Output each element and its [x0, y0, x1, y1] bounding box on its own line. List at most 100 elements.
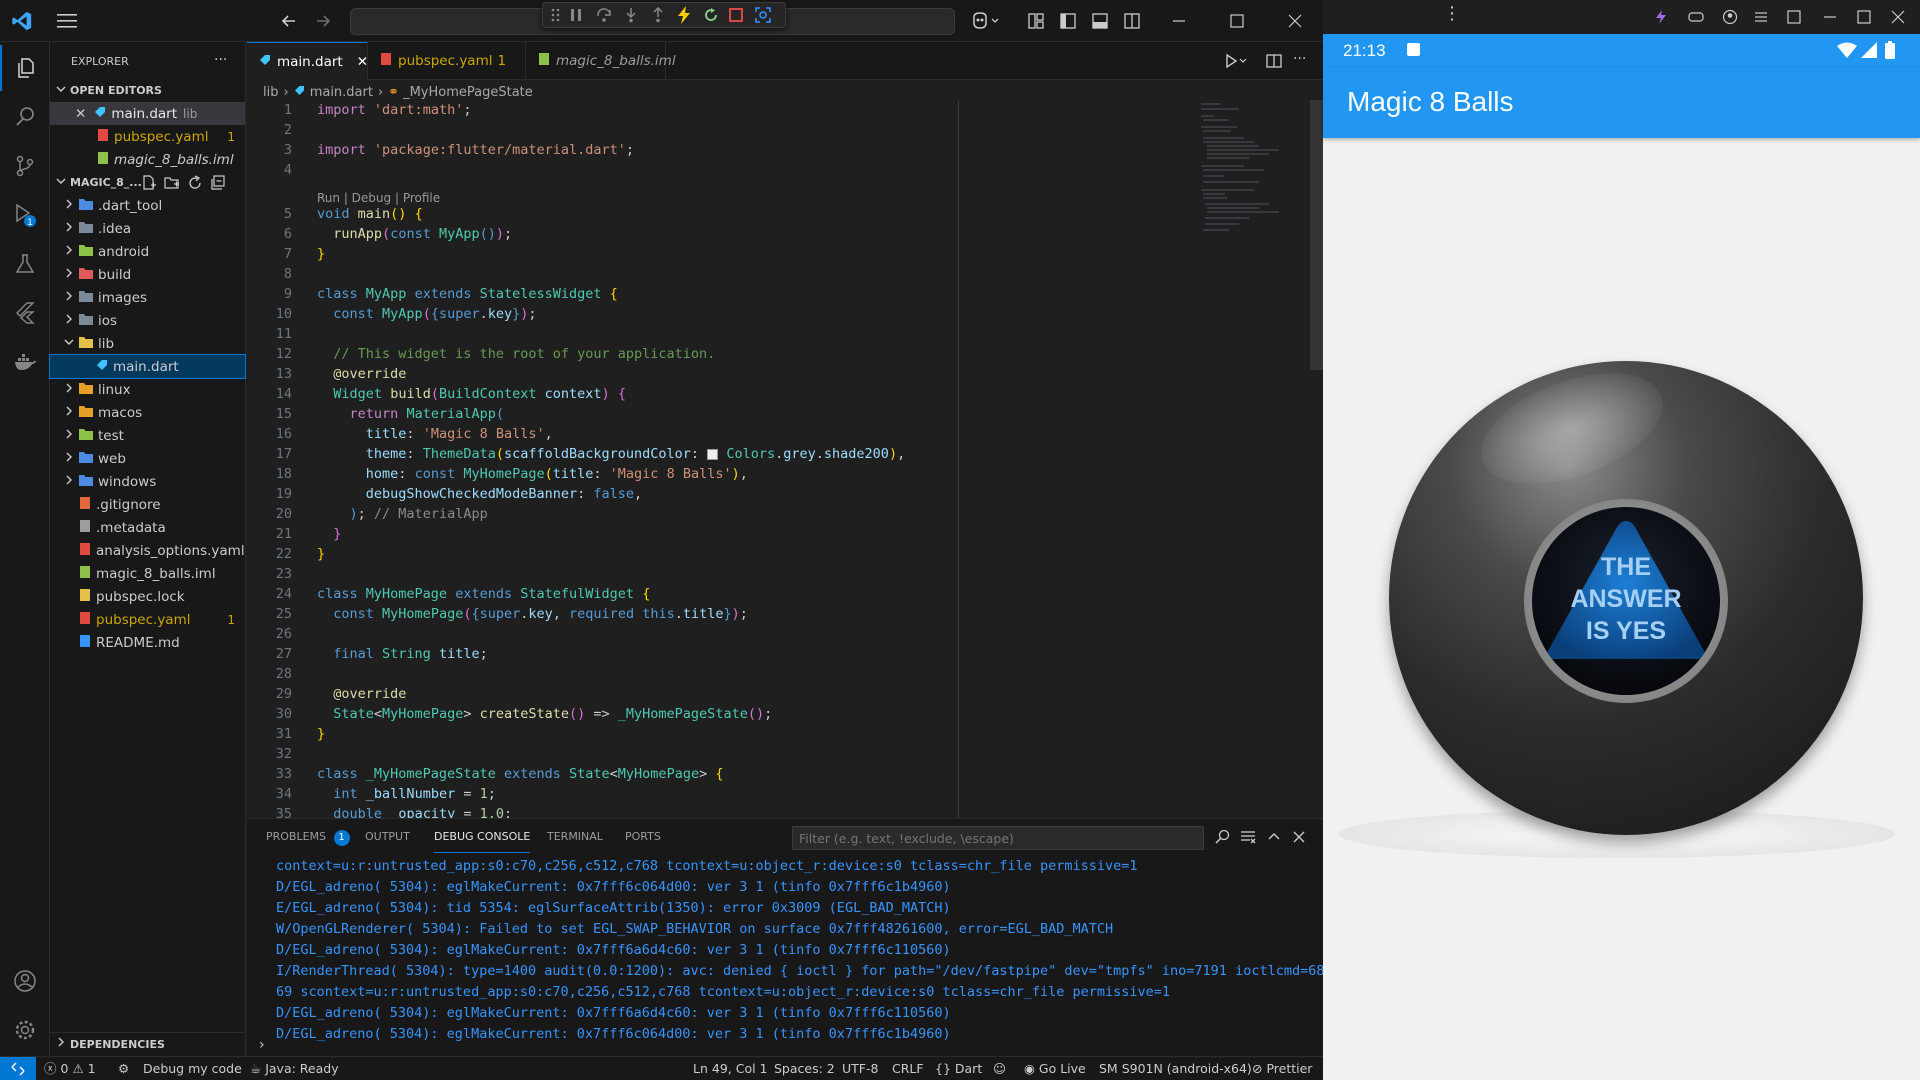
flutter-icon[interactable]	[0, 290, 50, 336]
file-tree-item[interactable]: web	[50, 447, 245, 470]
file-tree-item[interactable]: .metadata	[50, 516, 245, 539]
prettier-status[interactable]: ⊘ Prettier	[1252, 1057, 1312, 1080]
source-control-icon[interactable]	[0, 143, 50, 189]
tab-magic-8-balls-iml[interactable]: magic_8_balls.iml	[526, 42, 676, 80]
breadcrumb-item[interactable]: lib	[263, 85, 278, 100]
back-arrow-icon[interactable]	[280, 12, 298, 30]
problems-status[interactable]: ⓧ 0 ⚠ 1	[44, 1057, 96, 1080]
tab-main-dart[interactable]: main.dart ✕	[247, 42, 368, 80]
file-tree-item[interactable]: .gitignore	[50, 493, 245, 516]
close-window-icon[interactable]	[1891, 10, 1905, 24]
copilot-icon[interactable]	[970, 11, 1000, 31]
run-icon[interactable]	[1225, 54, 1247, 68]
file-tree-item[interactable]: README.md	[50, 631, 245, 654]
menu-icon[interactable]	[1754, 10, 1768, 24]
minimize-icon[interactable]	[1172, 14, 1186, 28]
console-prompt-icon[interactable]: ›	[259, 1037, 265, 1053]
toggle-secondary-sidebar-icon[interactable]	[1124, 13, 1140, 29]
account-icon[interactable]	[0, 958, 50, 1004]
search-icon[interactable]	[1214, 829, 1230, 845]
tab-pubspec-yaml[interactable]: pubspec.yaml 1	[368, 42, 526, 80]
file-tree-item[interactable]: test	[50, 424, 245, 447]
step-into-icon[interactable]	[623, 7, 639, 23]
more-actions-icon[interactable]: ···	[214, 52, 227, 68]
settings-gear-icon[interactable]	[0, 1007, 50, 1053]
breadcrumb-item[interactable]: main.dart	[310, 85, 373, 100]
file-tree-item[interactable]: android	[50, 240, 245, 263]
go-live-button[interactable]: ◉ Go Live	[1024, 1057, 1086, 1080]
debug-mode-status[interactable]: Debug my code	[143, 1057, 242, 1080]
java-status[interactable]: ☕ Java: Ready	[250, 1057, 339, 1080]
minimize-icon[interactable]	[1823, 10, 1837, 24]
breadcrumb-item[interactable]: _MyHomePageState	[403, 85, 533, 100]
open-editor-item[interactable]: ✕ main.dart lib	[50, 102, 245, 125]
file-tree-item[interactable]: magic_8_balls.iml	[50, 562, 245, 585]
step-over-icon[interactable]	[596, 7, 612, 23]
close-panel-icon[interactable]	[1291, 829, 1307, 845]
eol-status[interactable]: CRLF	[892, 1057, 924, 1080]
file-tree-item[interactable]: macos	[50, 401, 245, 424]
customize-layout-icon[interactable]	[1028, 13, 1044, 29]
hot-reload-icon[interactable]	[677, 6, 691, 24]
file-tree-item[interactable]: .idea	[50, 217, 245, 240]
split-editor-icon[interactable]	[1266, 54, 1282, 68]
account-circle-icon[interactable]	[1722, 9, 1738, 25]
cursor-position[interactable]: Ln 49, Col 1	[693, 1057, 768, 1080]
file-tree-item[interactable]: linux	[50, 378, 245, 401]
editor-scrollbar[interactable]	[1310, 100, 1323, 370]
new-folder-icon[interactable]	[164, 175, 180, 195]
magic-8-ball[interactable]: THE ANSWER IS YES	[1389, 351, 1863, 835]
file-tree-item[interactable]: pubspec.yaml 1	[50, 608, 245, 631]
minimap[interactable]	[1199, 100, 1309, 240]
encoding-status[interactable]: UTF-8	[842, 1057, 878, 1080]
device-selector[interactable]: SM S901N (android-x64)	[1099, 1057, 1252, 1080]
open-editors-header[interactable]: OPEN EDITORS	[50, 79, 245, 102]
file-tree-item[interactable]: build	[50, 263, 245, 286]
power-icon[interactable]	[1653, 9, 1669, 25]
explorer-icon[interactable]	[0, 45, 50, 91]
devtools-icon[interactable]	[755, 7, 771, 23]
tab-ports[interactable]: PORTS	[625, 819, 661, 855]
testing-icon[interactable]	[0, 241, 50, 287]
file-tree-item[interactable]: .dart_tool	[50, 194, 245, 217]
toggle-panel-icon[interactable]	[1092, 13, 1108, 29]
file-tree-item[interactable]: pubspec.lock	[50, 585, 245, 608]
open-editor-item[interactable]: magic_8_balls.iml	[50, 148, 245, 171]
stop-icon[interactable]	[729, 8, 743, 22]
refresh-icon[interactable]	[187, 175, 203, 195]
open-editor-item[interactable]: pubspec.yaml 1	[50, 125, 245, 148]
pause-icon[interactable]	[569, 8, 583, 22]
debug-console-filter[interactable]	[792, 826, 1204, 850]
gamepad-icon[interactable]	[1688, 10, 1704, 24]
menu-icon[interactable]	[57, 13, 77, 29]
new-file-icon[interactable]	[141, 175, 157, 195]
indentation-status[interactable]: Spaces: 2	[774, 1057, 835, 1080]
close-editor-icon[interactable]: ✕	[75, 106, 86, 122]
toggle-sidebar-icon[interactable]	[1060, 13, 1076, 29]
language-mode[interactable]: {} Dart	[935, 1057, 982, 1080]
clear-console-icon[interactable]	[1240, 829, 1256, 845]
file-tree-item[interactable]: ios	[50, 309, 245, 332]
docker-icon[interactable]	[0, 339, 50, 385]
dependencies-header[interactable]: DEPENDENCIES	[50, 1032, 245, 1055]
restart-icon[interactable]	[703, 7, 719, 23]
project-header[interactable]: MAGIC_8_...	[50, 171, 245, 194]
file-tree-item[interactable]: main.dart	[49, 354, 246, 379]
forward-arrow-icon[interactable]	[314, 12, 332, 30]
drag-handle-icon[interactable]	[551, 8, 561, 22]
tab-output[interactable]: OUTPUT	[365, 819, 410, 855]
window-mode-icon[interactable]	[1787, 10, 1801, 24]
maximize-panel-icon[interactable]	[1266, 829, 1282, 845]
file-tree-item[interactable]: analysis_options.yaml	[50, 539, 245, 562]
remote-indicator-icon[interactable]	[0, 1057, 36, 1080]
tab-problems[interactable]: PROBLEMS 1	[266, 819, 350, 855]
run-debug-icon[interactable]: 1	[0, 192, 50, 238]
maximize-icon[interactable]	[1857, 10, 1871, 24]
copilot-status-icon[interactable]: ☺	[993, 1057, 1006, 1080]
collapse-all-icon[interactable]	[210, 175, 226, 195]
file-tree-item[interactable]: windows	[50, 470, 245, 493]
step-out-icon[interactable]	[650, 7, 666, 23]
more-options-icon[interactable]: ⋮	[1443, 5, 1461, 23]
tab-terminal[interactable]: TERMINAL	[547, 819, 603, 855]
search-icon[interactable]	[0, 94, 50, 140]
